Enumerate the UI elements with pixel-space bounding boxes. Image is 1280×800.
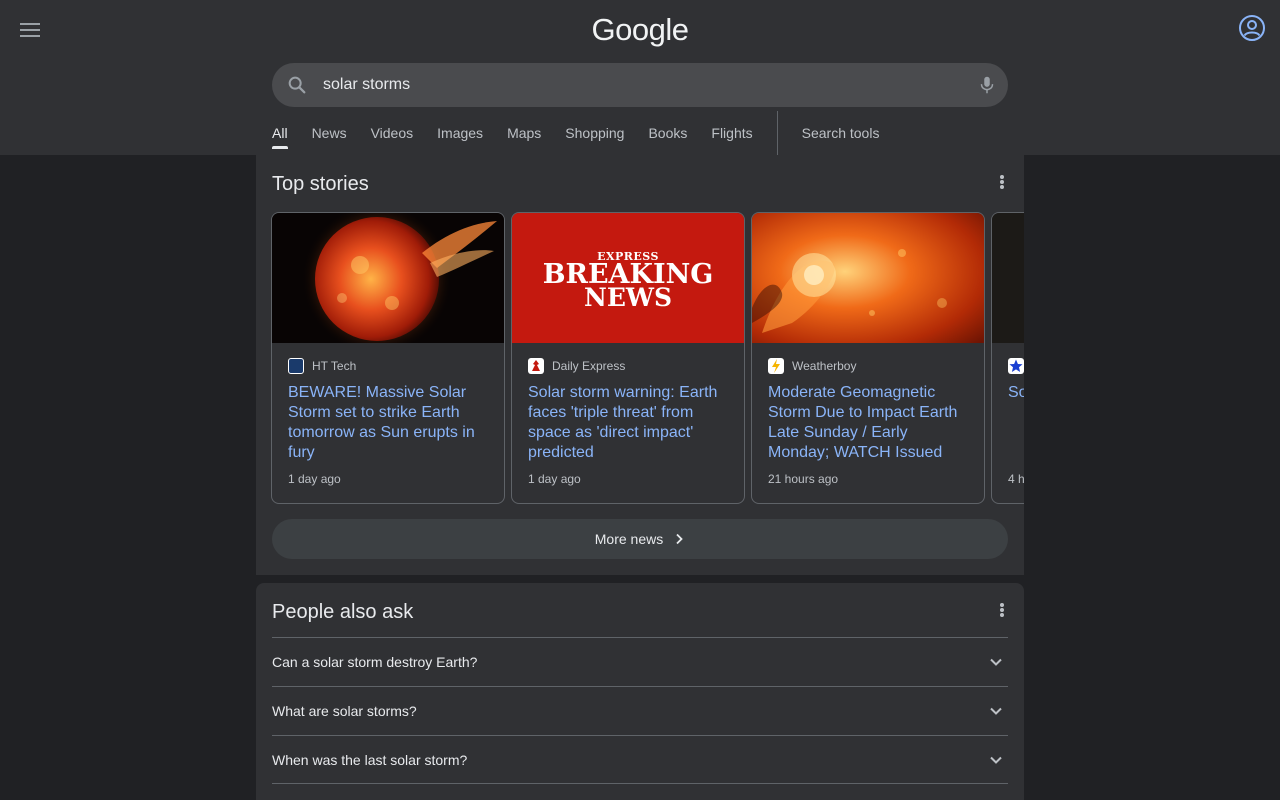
tab-books[interactable]: Books xyxy=(648,111,687,149)
top-stories-more-options-button[interactable] xyxy=(992,172,1012,192)
paa-question[interactable]: When was the last solar storm? xyxy=(272,735,1008,784)
daily-express-favicon-icon xyxy=(528,358,544,374)
story-card[interactable]: Weatherboy Moderate Geomagnetic Storm Du… xyxy=(751,212,985,504)
more-vert-icon xyxy=(1000,603,1004,607)
tab-maps[interactable]: Maps xyxy=(507,111,541,149)
story-headline-link[interactable]: So... Mo... xyxy=(1008,383,1024,403)
account-button[interactable] xyxy=(1238,14,1266,42)
story-card[interactable]: EXPRESS BREAKING NEWS Daily Express Sola… xyxy=(511,212,745,504)
search-icon[interactable] xyxy=(286,74,308,96)
chevron-down-icon xyxy=(990,707,1002,715)
tabs-divider xyxy=(776,111,778,155)
lightning-bolt-favicon-icon xyxy=(768,358,784,374)
search-tools-button[interactable]: Search tools xyxy=(802,111,880,149)
chevron-down-icon xyxy=(990,756,1002,764)
story-source: Daily Express xyxy=(528,358,625,374)
chevron-down-icon xyxy=(990,658,1002,666)
ht-tech-favicon-icon xyxy=(288,358,304,374)
story-source xyxy=(1008,358,1024,374)
people-also-ask-more-options-button[interactable] xyxy=(992,600,1012,620)
tab-flights[interactable]: Flights xyxy=(711,111,752,149)
story-time: 1 day ago xyxy=(528,472,581,486)
search-input[interactable] xyxy=(323,71,963,99)
story-time: 21 hours ago xyxy=(768,472,839,486)
tab-news[interactable]: News xyxy=(312,111,347,149)
paa-question[interactable]: What are solar storms? xyxy=(272,686,1008,735)
paa-question[interactable]: Can a solar storm destroy Earth? xyxy=(272,637,1008,686)
tab-shopping[interactable]: Shopping xyxy=(565,111,624,149)
microphone-icon[interactable] xyxy=(976,74,998,96)
top-stories-panel: Top stories HT Tech BEWARE! Massive Sola… xyxy=(256,155,1024,575)
story-card[interactable]: HT Tech BEWARE! Massive Solar Storm set … xyxy=(271,212,505,504)
story-time: 1 day ago xyxy=(288,472,341,486)
google-logo[interactable]: Google xyxy=(0,12,1280,48)
people-also-ask-panel: People also ask Can a solar storm destro… xyxy=(256,583,1024,800)
story-image-solar-flare xyxy=(752,213,984,343)
people-also-ask-list: Can a solar storm destroy Earth? What ar… xyxy=(272,637,1008,784)
star-favicon-icon xyxy=(1008,358,1024,374)
story-headline-link[interactable]: BEWARE! Massive Solar Storm set to strik… xyxy=(288,383,492,463)
header: Google All News Videos Images Maps Shopp… xyxy=(0,0,1280,155)
tab-images[interactable]: Images xyxy=(437,111,483,149)
more-news-button[interactable]: More news xyxy=(272,519,1008,559)
story-time: 4 h... xyxy=(1008,472,1024,486)
chevron-right-icon xyxy=(676,533,684,545)
account-circle-icon xyxy=(1239,15,1265,41)
search-tabs: All News Videos Images Maps Shopping Boo… xyxy=(272,111,903,155)
story-image-dark xyxy=(992,213,1024,343)
story-image-sun-eruption xyxy=(272,213,504,343)
more-vert-icon xyxy=(1000,175,1004,179)
top-stories-title: Top stories xyxy=(272,173,369,195)
tab-videos[interactable]: Videos xyxy=(371,111,414,149)
story-image-breaking-news: EXPRESS BREAKING NEWS xyxy=(512,213,744,343)
story-headline-link[interactable]: Moderate Geomagnetic Storm Due to Impact… xyxy=(768,383,972,463)
stories-carousel[interactable]: HT Tech BEWARE! Massive Solar Storm set … xyxy=(271,212,1024,504)
tab-all[interactable]: All xyxy=(272,111,288,149)
search-box[interactable] xyxy=(272,63,1008,107)
story-card[interactable]: So... Mo... 4 h... xyxy=(991,212,1024,504)
story-source: HT Tech xyxy=(288,358,356,374)
story-headline-link[interactable]: Solar storm warning: Earth faces 'triple… xyxy=(528,383,732,463)
breaking-news-line2: NEWS xyxy=(583,283,673,312)
story-source: Weatherboy xyxy=(768,358,856,374)
people-also-ask-title: People also ask xyxy=(272,601,414,623)
